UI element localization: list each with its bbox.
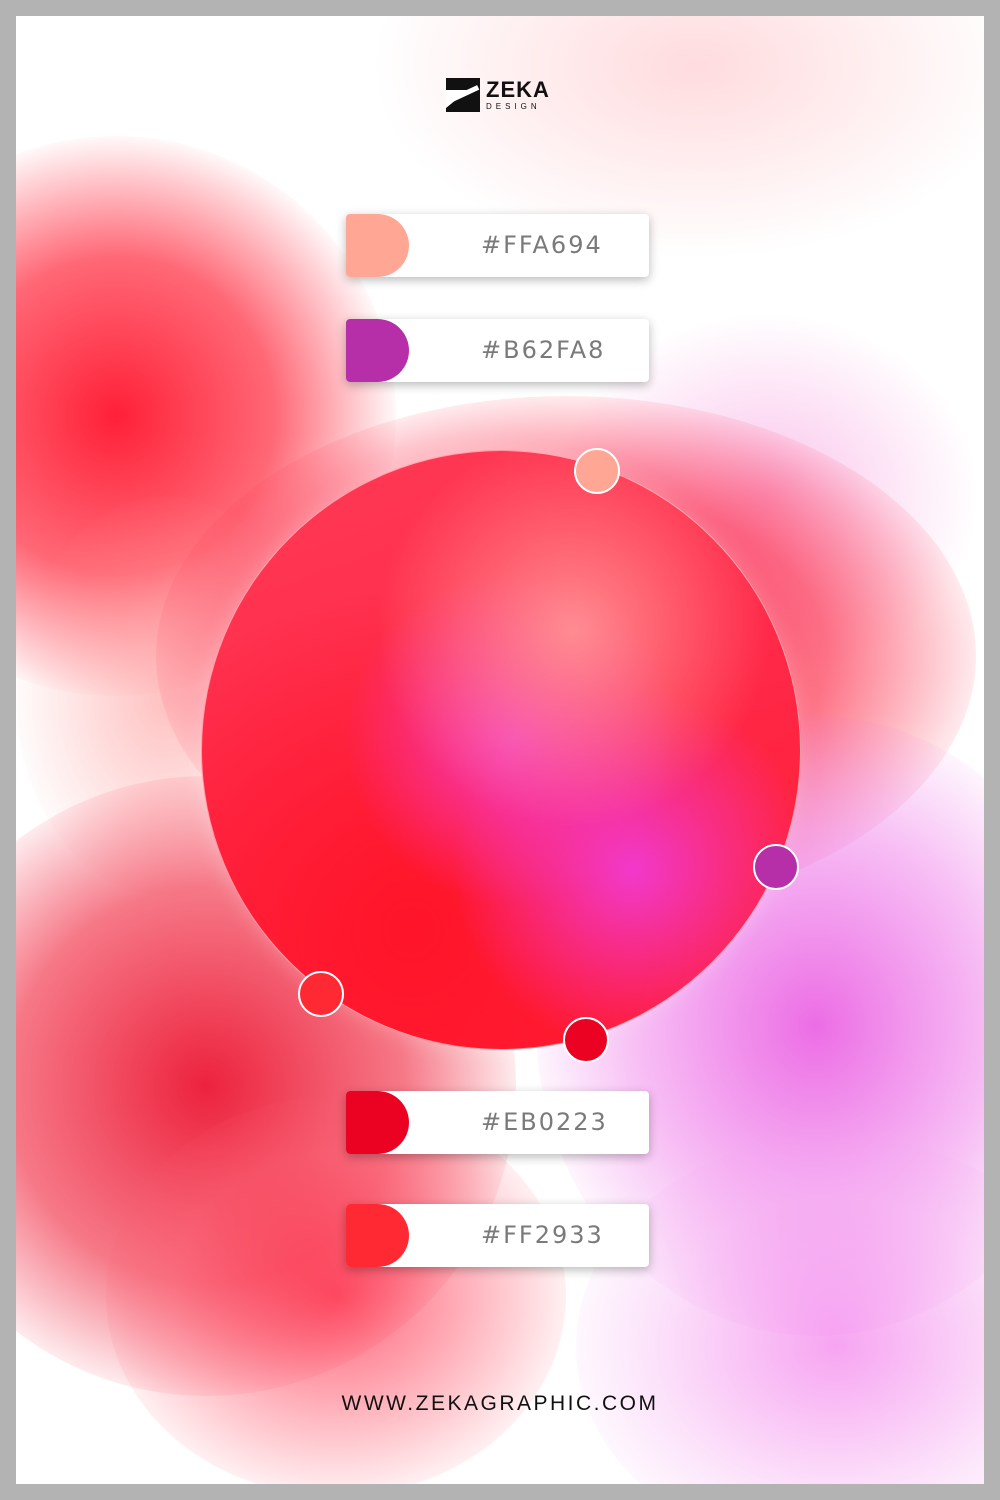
wheel-dot [753,844,799,890]
swatch-card-3: #EB0223 [346,1091,649,1154]
wheel-dot [563,1017,609,1063]
color-wheel-circle [201,450,801,1050]
swatch-color-chip [346,214,409,277]
wheel-dot [574,448,620,494]
wheel-dot [298,971,344,1017]
swatch-card-1: #FFA694 [346,214,649,277]
gradient-blob [106,1096,566,1484]
swatch-hex-label: #EB0223 [481,1108,608,1136]
swatch-card-2: #B62FA8 [346,319,649,382]
brand-logo: ZEKA DESIGN [446,78,550,112]
swatch-card-4: #FF2933 [346,1204,649,1267]
brand-name: ZEKA [486,77,550,102]
poster: ZEKA DESIGN #FFA694 #B62FA8 #EB0223 #FF2… [16,16,984,1484]
swatch-hex-label: #B62FA8 [481,336,606,364]
swatch-hex-label: #FF2933 [481,1221,604,1249]
zeka-logo-icon [446,78,480,112]
swatch-color-chip [346,1204,409,1267]
swatch-color-chip [346,319,409,382]
swatch-hex-label: #FFA694 [481,231,603,259]
swatch-color-chip [346,1091,409,1154]
brand-tagline: DESIGN [486,102,541,111]
footer-website-link[interactable]: WWW.ZEKAGRAPHIC.COM [16,1392,984,1416]
